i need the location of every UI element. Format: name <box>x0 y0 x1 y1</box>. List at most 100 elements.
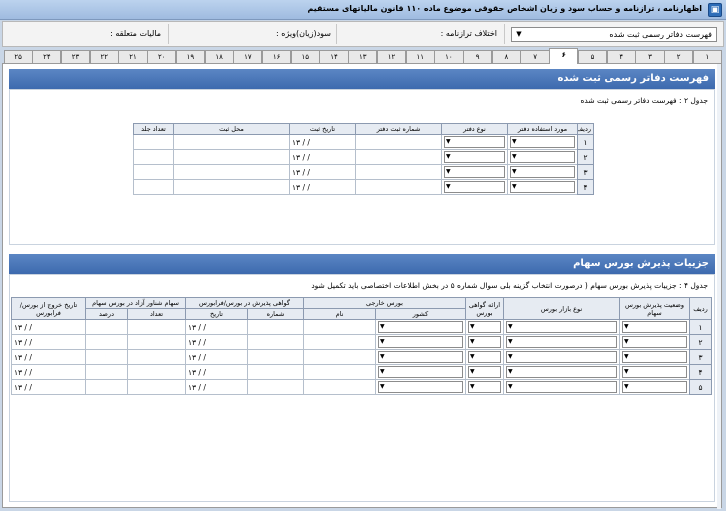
certificate-cell[interactable]: ▼ <box>465 349 504 365</box>
usage-select[interactable]: ▼ <box>510 166 575 178</box>
cert-date-field[interactable]: ۱۳ / / <box>184 319 248 335</box>
chevron-down-icon[interactable]: ▼ <box>508 322 513 332</box>
reg-place-cell[interactable] <box>173 164 290 180</box>
name-cell[interactable] <box>302 379 377 395</box>
tab-17[interactable]: ۱۷ <box>233 50 263 63</box>
tab-1[interactable]: ۱ <box>692 50 722 63</box>
chevron-down-icon[interactable]: ▼ <box>624 367 629 377</box>
chevron-down-icon[interactable]: ▼ <box>380 352 385 362</box>
market-type-cell[interactable]: ▼ <box>503 334 620 350</box>
country-select[interactable]: ▼ <box>378 336 463 348</box>
reg-number-cell[interactable] <box>355 149 442 165</box>
market-type-cell[interactable]: ▼ <box>503 364 620 380</box>
book-type-cell[interactable]: ▼ <box>441 179 508 195</box>
country-select[interactable]: ▼ <box>378 321 463 333</box>
country-cell[interactable]: ▼ <box>375 319 466 335</box>
status-select[interactable]: ▼ <box>622 381 687 393</box>
country-cell[interactable]: ▼ <box>375 364 466 380</box>
cert-date-field[interactable]: ۱۳ / / <box>184 334 248 350</box>
certificate-cell[interactable]: ▼ <box>465 334 504 350</box>
market-type-cell[interactable]: ▼ <box>503 349 620 365</box>
cert-number-cell[interactable] <box>246 364 304 380</box>
tab-11[interactable]: ۱۱ <box>405 50 435 63</box>
status-cell[interactable]: ▼ <box>619 334 690 350</box>
percent-cell[interactable] <box>84 364 128 380</box>
certificate-cell[interactable]: ▼ <box>465 319 504 335</box>
chevron-down-icon[interactable]: ▼ <box>470 382 475 392</box>
cert-date-field[interactable]: ۱۳ / / <box>184 364 248 380</box>
book-type-cell[interactable]: ▼ <box>441 149 508 165</box>
certificate-select[interactable]: ▼ <box>468 381 501 393</box>
exit-date-field[interactable]: ۱۳ / / <box>10 364 86 380</box>
name-cell[interactable] <box>302 364 377 380</box>
book-type-select[interactable]: ▼ <box>444 181 505 193</box>
chevron-down-icon[interactable]: ▼ <box>508 337 513 347</box>
volumes-cell[interactable] <box>133 179 174 195</box>
reg-number-cell[interactable] <box>355 164 442 180</box>
chevron-down-icon[interactable]: ▼ <box>380 367 385 377</box>
section-select[interactable]: فهرست دفاتر رسمی ثبت شده ▼ <box>511 27 717 42</box>
chevron-down-icon[interactable]: ▼ <box>380 382 385 392</box>
tab-20[interactable]: ۲۰ <box>147 50 177 63</box>
country-cell[interactable]: ▼ <box>375 334 466 350</box>
percent-cell[interactable] <box>84 379 128 395</box>
tab-12[interactable]: ۱۲ <box>376 50 407 63</box>
chevron-down-icon[interactable]: ▼ <box>512 152 517 162</box>
tab-2[interactable]: ۲ <box>664 50 694 63</box>
market-type-select[interactable]: ▼ <box>506 336 617 348</box>
chevron-down-icon[interactable]: ▼ <box>513 29 525 40</box>
country-cell[interactable]: ▼ <box>375 379 466 395</box>
tab-5[interactable]: ۵ <box>577 50 608 63</box>
count-cell[interactable] <box>126 349 186 365</box>
book-type-select[interactable]: ▼ <box>444 166 505 178</box>
market-type-cell[interactable]: ▼ <box>503 379 620 395</box>
volumes-cell[interactable] <box>133 134 174 150</box>
reg-date-field[interactable]: ۱۳ / / <box>289 164 356 180</box>
usage-cell[interactable]: ▼ <box>507 134 578 150</box>
country-select[interactable]: ▼ <box>378 351 463 363</box>
chevron-down-icon[interactable]: ▼ <box>380 337 385 347</box>
chevron-down-icon[interactable]: ▼ <box>624 337 629 347</box>
usage-select[interactable]: ▼ <box>510 136 575 148</box>
chevron-down-icon[interactable]: ▼ <box>470 367 475 377</box>
market-type-select[interactable]: ▼ <box>506 366 617 378</box>
count-cell[interactable] <box>126 319 186 335</box>
certificate-cell[interactable]: ▼ <box>465 379 504 395</box>
cert-date-field[interactable]: ۱۳ / / <box>184 349 248 365</box>
tab-10[interactable]: ۱۰ <box>434 50 464 63</box>
reg-date-field[interactable]: ۱۳ / / <box>289 179 356 195</box>
chevron-down-icon[interactable]: ▼ <box>624 322 629 332</box>
chevron-down-icon[interactable]: ▼ <box>470 322 475 332</box>
cert-number-cell[interactable] <box>246 319 304 335</box>
percent-cell[interactable] <box>84 319 128 335</box>
status-select[interactable]: ▼ <box>622 321 687 333</box>
count-cell[interactable] <box>126 334 186 350</box>
reg-date-field[interactable]: ۱۳ / / <box>289 134 356 150</box>
status-select[interactable]: ▼ <box>622 366 687 378</box>
reg-place-cell[interactable] <box>173 134 290 150</box>
volumes-cell[interactable] <box>133 164 174 180</box>
chevron-down-icon[interactable]: ▼ <box>470 352 475 362</box>
tab-23[interactable]: ۲۳ <box>60 50 91 63</box>
tab-25[interactable]: ۲۵ <box>3 50 33 63</box>
exit-date-field[interactable]: ۱۳ / / <box>10 319 86 335</box>
cert-number-cell[interactable] <box>246 349 304 365</box>
tab-9[interactable]: ۹ <box>463 50 493 63</box>
tab-24[interactable]: ۲۴ <box>32 50 62 63</box>
country-cell[interactable]: ▼ <box>375 349 466 365</box>
chevron-down-icon[interactable]: ▼ <box>624 352 629 362</box>
percent-cell[interactable] <box>84 349 128 365</box>
cert-number-cell[interactable] <box>246 334 304 350</box>
exit-date-field[interactable]: ۱۳ / / <box>10 349 86 365</box>
vertical-scrollbar[interactable] <box>717 64 721 509</box>
status-cell[interactable]: ▼ <box>619 349 690 365</box>
status-cell[interactable]: ▼ <box>619 364 690 380</box>
name-cell[interactable] <box>302 349 377 365</box>
tab-13[interactable]: ۱۳ <box>348 50 378 63</box>
usage-select[interactable]: ▼ <box>510 151 575 163</box>
country-select[interactable]: ▼ <box>378 366 463 378</box>
tab-7[interactable]: ۷ <box>520 50 550 63</box>
chevron-down-icon[interactable]: ▼ <box>446 167 451 177</box>
reg-number-cell[interactable] <box>355 179 442 195</box>
tab-16[interactable]: ۱۶ <box>261 50 292 63</box>
